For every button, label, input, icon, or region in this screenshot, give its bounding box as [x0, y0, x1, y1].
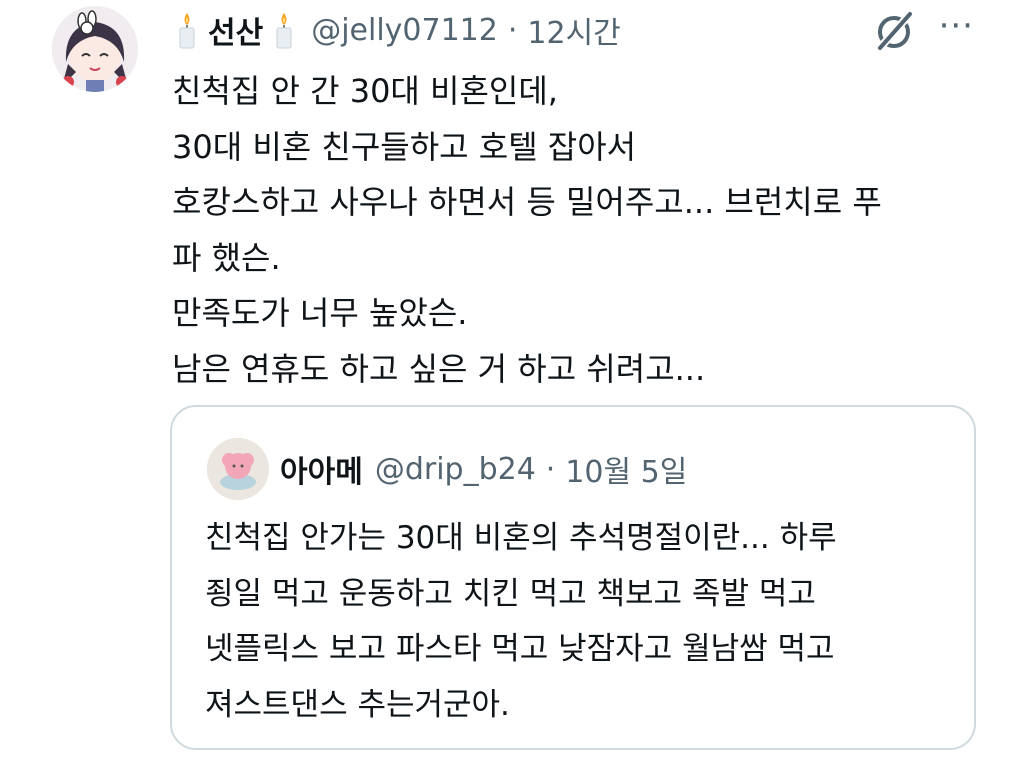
quoted-author-handle[interactable]: @drip_b24	[375, 452, 536, 487]
quoted-text-line: 넷플릭스 보고 파스타 먹고 낮잠자고 월남쌈 먹고	[205, 631, 835, 667]
tweet-text-line: 남은 연휴도 하고 싶은 거 하고 쉬려고...	[172, 349, 706, 388]
quoted-text-line: 친척집 안가는 30대 비혼의 추석명절이란... 하루	[205, 520, 837, 556]
tweet-timestamp[interactable]: 12시간	[527, 8, 620, 52]
quoted-timestamp[interactable]: 10월 5일	[565, 447, 687, 491]
tweet-text-line: 만족도가 너무 높았슨.	[172, 294, 468, 332]
quoted-author-name[interactable]: 아아메	[280, 447, 363, 491]
candle-icon	[176, 11, 198, 49]
tweet-text-line: 파 했슨.	[172, 238, 281, 277]
quoted-avatar-illustration	[207, 438, 269, 500]
author-handle[interactable]: @jelly07112	[311, 13, 498, 48]
tweet-text: 친척집 안 간 30대 비혼인데, 30대 비혼 친구들하고 호텔 잡아서 호캉…	[172, 64, 1002, 397]
tweet-text-line: 호캉스하고 사우나 하면서 등 밀어주고... 브런치로 푸	[172, 183, 882, 221]
author-name[interactable]: 선산	[208, 8, 263, 52]
avatar-illustration	[52, 6, 138, 92]
quoted-author-avatar[interactable]	[207, 438, 269, 500]
more-options-button[interactable]: ···	[939, 6, 974, 46]
quoted-tweet-header: 아아메 @drip_b24 · 10월 5일	[280, 443, 687, 495]
quoted-tweet-card[interactable]: 아아메 @drip_b24 · 10월 5일 친척집 안가는 30대 비혼의 추…	[170, 405, 976, 750]
candle-icon	[273, 11, 295, 49]
separator-dot: ·	[507, 12, 518, 48]
quoted-tweet-text: 친척집 안가는 30대 비혼의 추석명절이란... 하루 죙일 먹고 운동하고 …	[205, 511, 965, 733]
grok-icon[interactable]	[872, 10, 916, 54]
tweet-text-line: 30대 비혼 친구들하고 호텔 잡아서	[172, 127, 637, 166]
author-avatar[interactable]	[52, 6, 138, 92]
tweet-text-line: 친척집 안 간 30대 비혼인데,	[172, 72, 558, 110]
quoted-text-line: 져스트댄스 추는거군아.	[205, 686, 510, 723]
quoted-text-line: 죙일 먹고 운동하고 치킨 먹고 책보고 족발 먹고	[205, 575, 816, 612]
separator-dot: ·	[545, 451, 556, 487]
